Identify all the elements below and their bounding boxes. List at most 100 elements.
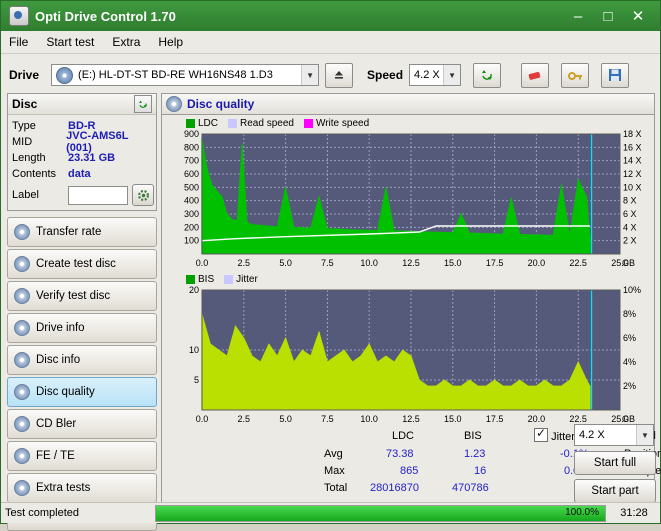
chevron-down-icon[interactable]: ▼	[636, 425, 653, 445]
minimize-button[interactable]: –	[570, 9, 586, 24]
drive-select[interactable]: (E:) HL-DT-ST BD-RE WH16NS48 1.D3 ▼	[51, 64, 320, 86]
progress-fill	[156, 505, 605, 521]
sidebar-item-cd-bler[interactable]: CD Bler	[7, 409, 157, 439]
erase-button[interactable]	[521, 62, 550, 88]
sidebar-item-verify-test-disc[interactable]: Verify test disc	[7, 281, 157, 311]
refresh-disc-icon[interactable]	[134, 95, 152, 113]
disc-row-contents: Contents data	[12, 166, 154, 182]
nav-list: Transfer rate Create test disc Verify te…	[7, 217, 157, 503]
progress-text: 100.0%	[565, 506, 599, 518]
sidebar-item-drive-info[interactable]: Drive info	[7, 313, 157, 343]
svg-text:500: 500	[184, 182, 199, 192]
nav-label: Drive info	[36, 322, 85, 334]
svg-text:12.5: 12.5	[402, 258, 420, 268]
svg-text:800: 800	[184, 142, 199, 152]
disc-row-mid: MID JVC-AMS6L (001)	[12, 130, 154, 154]
disc-key-label: Label	[12, 189, 39, 201]
start-full-button[interactable]: Start full	[574, 451, 656, 475]
start-part-button[interactable]: Start part	[574, 479, 656, 503]
menu-file[interactable]: File	[9, 35, 28, 49]
disc-key-mid: MID	[12, 136, 33, 148]
nav-label: Create test disc	[36, 258, 116, 270]
disc-label-input[interactable]	[68, 185, 128, 205]
legend-swatch-read-speed	[228, 119, 238, 128]
summary-row-max-name: Max	[324, 465, 345, 477]
disc-label-row: Label	[12, 184, 154, 206]
nav-label: Extra tests	[36, 482, 91, 494]
checkbox-icon[interactable]	[534, 426, 548, 442]
svg-text:20.0: 20.0	[528, 414, 546, 424]
speed-select-value: 4.2 X	[414, 69, 440, 81]
gear-icon[interactable]	[132, 184, 154, 206]
legend-label-write-speed: Write speed	[315, 118, 370, 129]
legend-write-speed: Write speed	[303, 118, 370, 129]
eject-button[interactable]	[325, 62, 354, 88]
chevron-down-icon[interactable]: ▼	[443, 65, 461, 85]
summary-total-ldc: 28016870	[370, 482, 419, 494]
key-icon	[567, 71, 582, 80]
jitter-label: Jitter	[551, 431, 575, 443]
svg-text:10%: 10%	[623, 286, 641, 295]
disc-value-mid: JVC-AMS6L (001)	[66, 130, 129, 154]
legend-label-bis: BIS	[198, 274, 215, 285]
menu-extra[interactable]: Extra	[112, 35, 140, 49]
jitter-checkbox[interactable]: Jitter	[534, 426, 575, 443]
disc-key-length: Length	[12, 152, 46, 164]
chevron-down-icon[interactable]: ▼	[301, 65, 319, 85]
summary-avg-bis: 1.23	[464, 448, 486, 460]
disc-key-contents: Contents	[12, 168, 57, 180]
legend-top: LDC Read speed Write speed	[164, 117, 652, 130]
drive-bar: Drive (E:) HL-DT-ST BD-RE WH16NS48 1.D3 …	[1, 54, 660, 96]
disc-icon	[14, 480, 30, 496]
summary-row-total-name: Total	[324, 482, 348, 494]
disc-panel-header: Disc	[8, 94, 156, 115]
nav-label: CD Bler	[36, 418, 77, 430]
summary-avg-ldc: 73.38	[386, 448, 414, 460]
close-button[interactable]: ✕	[630, 9, 646, 24]
legend-swatch-jitter	[224, 275, 234, 284]
nav-label: Disc quality	[36, 386, 95, 398]
legend-read-speed: Read speed	[228, 118, 294, 129]
summary-total-bis: 470786	[452, 482, 489, 494]
sidebar-item-disc-info[interactable]: Disc info	[7, 345, 157, 375]
sidebar-item-extra-tests[interactable]: Extra tests	[7, 473, 157, 503]
disc-icon	[56, 66, 74, 84]
key-button[interactable]	[561, 62, 590, 88]
svg-text:22.5: 22.5	[569, 258, 587, 268]
speed-select-bottom[interactable]: 4.2 X ▼	[574, 424, 654, 446]
menu-start-test[interactable]: Start test	[46, 35, 94, 49]
svg-text:400: 400	[184, 196, 199, 206]
svg-text:300: 300	[184, 209, 199, 219]
svg-text:22.5: 22.5	[569, 414, 587, 424]
disc-value-contents: data	[68, 168, 91, 180]
svg-text:15.0: 15.0	[444, 414, 462, 424]
disc-key-type: Type	[12, 120, 36, 132]
speed-select-bottom-value: 4.2 X	[579, 429, 605, 441]
speed-select[interactable]: 4.2 X ▼	[409, 64, 462, 86]
disc-panel-title: Disc	[12, 97, 38, 111]
svg-text:5.0: 5.0	[279, 258, 292, 268]
legend-label-jitter: Jitter	[236, 274, 258, 285]
refresh-button[interactable]	[473, 62, 502, 88]
nav-label: Disc info	[36, 354, 81, 366]
summary-max-ldc: 865	[400, 465, 419, 477]
menu-help[interactable]: Help	[158, 35, 183, 49]
sidebar-item-fe-te[interactable]: FE / TE	[7, 441, 157, 471]
elapsed-time: 31:28	[620, 507, 648, 519]
svg-text:2.5: 2.5	[238, 414, 251, 424]
left-panel: Disc Type BD-R MID JVC-AMS6L (001) Lengt…	[7, 93, 157, 531]
legend-bottom: BIS Jitter	[164, 273, 652, 286]
svg-text:17.5: 17.5	[486, 414, 504, 424]
maximize-button[interactable]: □	[600, 9, 616, 24]
sidebar-item-create-test-disc[interactable]: Create test disc	[7, 249, 157, 279]
drive-select-value: (E:) HL-DT-ST BD-RE WH16NS48 1.D3	[78, 69, 273, 81]
save-button[interactable]	[601, 62, 630, 88]
svg-text:16 X: 16 X	[623, 142, 642, 152]
menu-bar: File Start test Extra Help	[1, 31, 660, 54]
disc-quality-header: Disc quality	[161, 93, 655, 115]
app-icon	[9, 6, 29, 26]
svg-text:4%: 4%	[623, 357, 636, 367]
svg-text:10.0: 10.0	[360, 258, 378, 268]
sidebar-item-transfer-rate[interactable]: Transfer rate	[7, 217, 157, 247]
sidebar-item-disc-quality[interactable]: Disc quality	[7, 377, 157, 407]
